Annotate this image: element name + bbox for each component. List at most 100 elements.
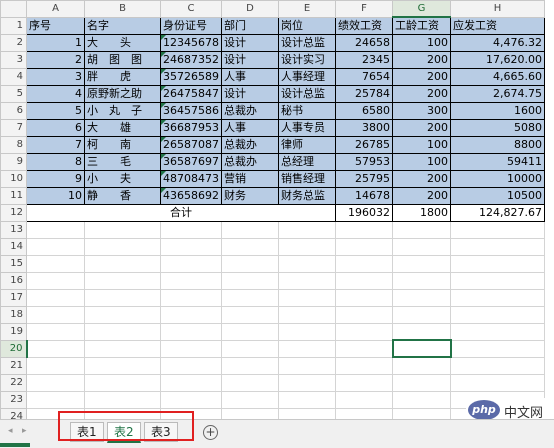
empty-cell[interactable] — [160, 322, 222, 341]
row-header[interactable]: 4 — [0, 67, 27, 86]
total-label-cell[interactable]: 合计 — [26, 203, 336, 222]
cell-no[interactable]: 2 — [26, 50, 85, 69]
empty-cell[interactable] — [221, 220, 279, 239]
cell-perf[interactable]: 7654 — [335, 67, 393, 86]
cell-post[interactable]: 人事经理 — [278, 67, 336, 86]
cell-no[interactable]: 9 — [26, 169, 85, 188]
cell-post[interactable]: 设计实习 — [278, 50, 336, 69]
cell-post[interactable]: 设计总监 — [278, 84, 336, 103]
cell-pay[interactable]: 1600 — [450, 101, 545, 120]
empty-cell[interactable] — [221, 254, 279, 273]
cell-id[interactable]: 48708473 — [160, 169, 222, 188]
cell-senior[interactable]: 300 — [392, 101, 451, 120]
cell-dept[interactable]: 人事 — [221, 118, 279, 137]
cell-header-no[interactable]: 序号 — [26, 16, 85, 35]
empty-cell[interactable] — [278, 288, 336, 307]
cell-name[interactable]: 原野新之助 — [84, 84, 161, 103]
empty-cell[interactable] — [84, 373, 161, 392]
empty-cell[interactable] — [84, 237, 161, 256]
empty-cell[interactable] — [392, 254, 451, 273]
empty-cell[interactable] — [278, 237, 336, 256]
cell-header-name[interactable]: 名字 — [84, 16, 161, 35]
empty-cell[interactable] — [335, 254, 393, 273]
empty-cell[interactable] — [26, 373, 85, 392]
cell-senior[interactable]: 100 — [392, 135, 451, 154]
empty-cell[interactable] — [26, 288, 85, 307]
cell-perf[interactable]: 24658 — [335, 33, 393, 52]
cell-name[interactable]: 小 夫 — [84, 169, 161, 188]
empty-cell[interactable] — [278, 390, 336, 409]
cell-pay[interactable]: 10000 — [450, 169, 545, 188]
empty-cell[interactable] — [160, 271, 222, 290]
cell-id[interactable]: 12345678 — [160, 33, 222, 52]
cell-pay[interactable]: 5080 — [450, 118, 545, 137]
empty-cell[interactable] — [221, 237, 279, 256]
cell-name[interactable]: 大 雄 — [84, 118, 161, 137]
empty-cell[interactable] — [26, 322, 85, 341]
cell-dept[interactable]: 设计 — [221, 33, 279, 52]
cell-pay[interactable]: 10500 — [450, 186, 545, 205]
cell-dept[interactable]: 设计 — [221, 50, 279, 69]
empty-cell[interactable] — [450, 288, 545, 307]
row-header[interactable]: 7 — [0, 118, 27, 137]
column-header-f[interactable]: F — [335, 0, 393, 18]
cell-post[interactable]: 秘书 — [278, 101, 336, 120]
cell-name[interactable]: 三 毛 — [84, 152, 161, 171]
empty-cell[interactable] — [160, 305, 222, 324]
cell-perf[interactable]: 2345 — [335, 50, 393, 69]
active-cell[interactable] — [391, 339, 452, 358]
cell-no[interactable]: 5 — [26, 101, 85, 120]
empty-cell[interactable] — [392, 373, 451, 392]
empty-cell[interactable] — [335, 356, 393, 375]
empty-cell[interactable] — [278, 356, 336, 375]
empty-cell[interactable] — [160, 254, 222, 273]
cell-perf[interactable]: 3800 — [335, 118, 393, 137]
cell-senior[interactable]: 100 — [392, 33, 451, 52]
empty-cell[interactable] — [84, 220, 161, 239]
prev-sheet-icon[interactable]: ◂ — [8, 426, 13, 436]
column-header-h[interactable]: H — [450, 0, 545, 18]
row-header[interactable]: 1 — [0, 16, 27, 35]
empty-cell[interactable] — [392, 220, 451, 239]
cell-id[interactable]: 36457586 — [160, 101, 222, 120]
empty-cell[interactable] — [221, 390, 279, 409]
row-header[interactable]: 14 — [0, 237, 27, 256]
empty-cell[interactable] — [26, 220, 85, 239]
empty-cell[interactable] — [26, 237, 85, 256]
empty-cell[interactable] — [450, 373, 545, 392]
cell-name[interactable]: 胡 图 图 — [84, 50, 161, 69]
cell-id[interactable]: 26587087 — [160, 135, 222, 154]
empty-cell[interactable] — [26, 356, 85, 375]
empty-cell[interactable] — [450, 339, 545, 358]
cell-no[interactable]: 1 — [26, 33, 85, 52]
cell-senior[interactable]: 200 — [392, 186, 451, 205]
empty-cell[interactable] — [26, 271, 85, 290]
cell-post[interactable]: 人事专员 — [278, 118, 336, 137]
empty-cell[interactable] — [450, 254, 545, 273]
row-header[interactable]: 17 — [0, 288, 27, 307]
empty-cell[interactable] — [160, 237, 222, 256]
next-sheet-icon[interactable]: ▸ — [22, 426, 27, 436]
empty-cell[interactable] — [392, 305, 451, 324]
cell-senior[interactable]: 200 — [392, 84, 451, 103]
row-header[interactable]: 11 — [0, 186, 27, 205]
row-header[interactable]: 16 — [0, 271, 27, 290]
empty-cell[interactable] — [84, 305, 161, 324]
cell-senior[interactable]: 100 — [392, 152, 451, 171]
empty-cell[interactable] — [450, 271, 545, 290]
cell-pay[interactable]: 4,665.60 — [450, 67, 545, 86]
empty-cell[interactable] — [160, 390, 222, 409]
row-header[interactable]: 23 — [0, 390, 27, 409]
cell-header-id[interactable]: 身份证号 — [160, 16, 222, 35]
cell-perf[interactable]: 25795 — [335, 169, 393, 188]
empty-cell[interactable] — [450, 305, 545, 324]
empty-cell[interactable] — [84, 356, 161, 375]
empty-cell[interactable] — [26, 254, 85, 273]
empty-cell[interactable] — [84, 271, 161, 290]
empty-cell[interactable] — [278, 254, 336, 273]
cell-perf[interactable]: 25784 — [335, 84, 393, 103]
empty-cell[interactable] — [335, 271, 393, 290]
cell-pay[interactable]: 4,476.32 — [450, 33, 545, 52]
row-header[interactable]: 5 — [0, 84, 27, 103]
cell-post[interactable]: 律师 — [278, 135, 336, 154]
